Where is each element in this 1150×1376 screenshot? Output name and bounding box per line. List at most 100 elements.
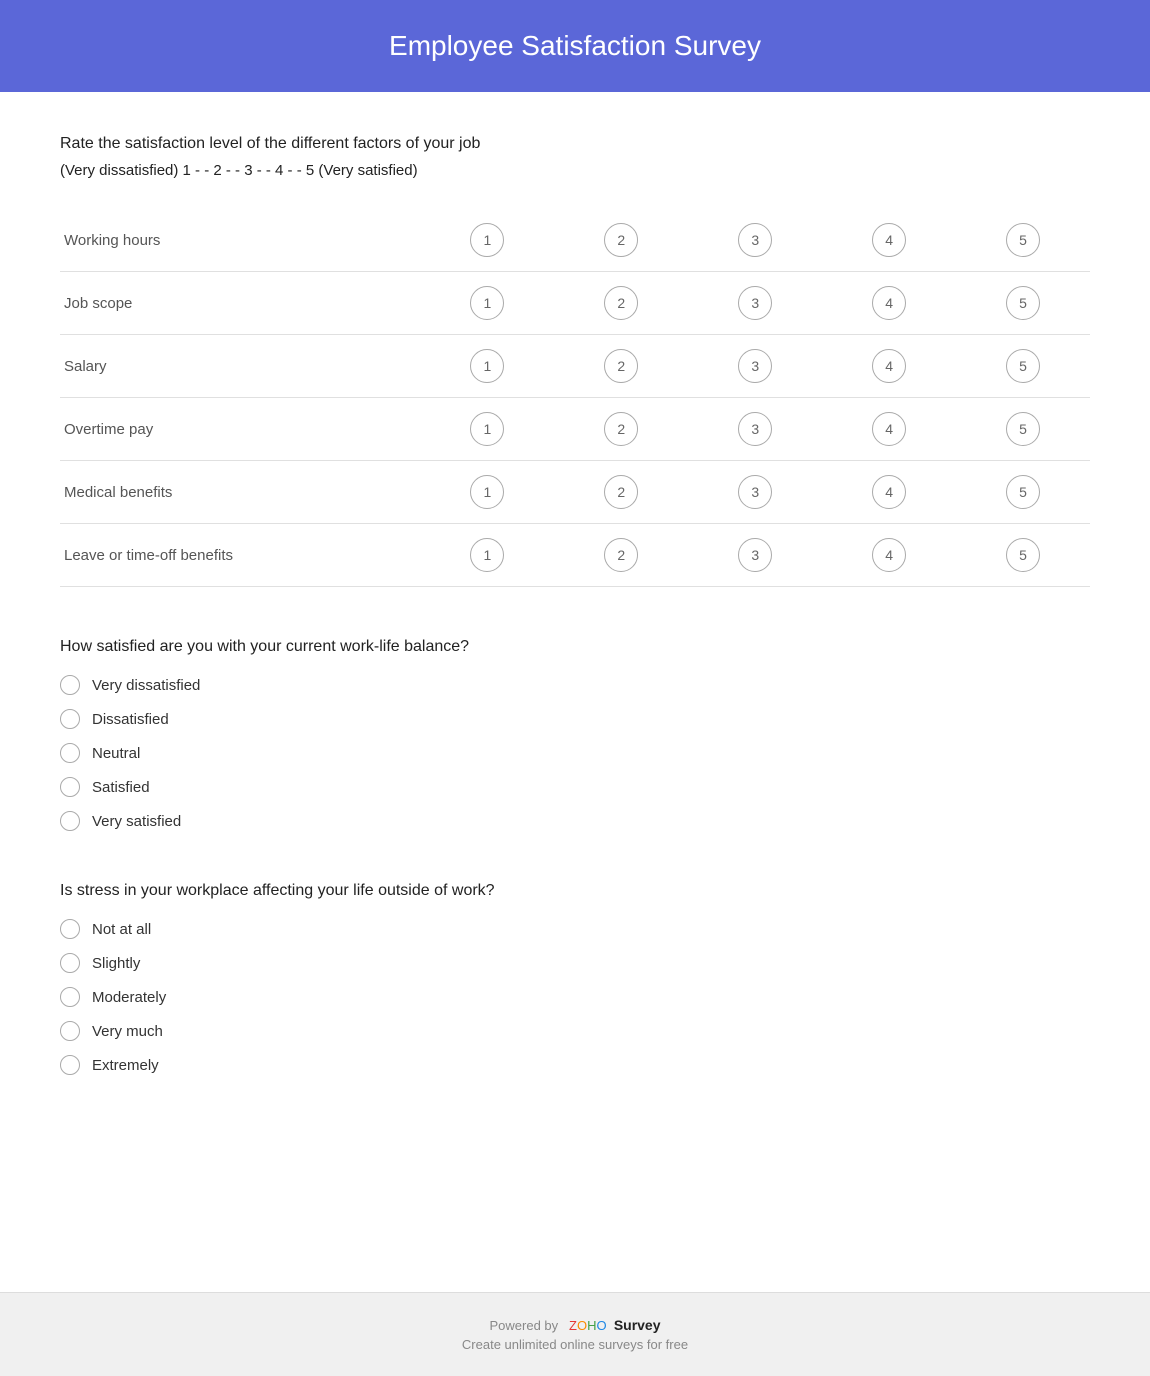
radio-button[interactable] xyxy=(60,953,80,973)
rating-cell[interactable]: 1 xyxy=(421,461,555,524)
option-label: Very much xyxy=(92,1023,163,1040)
rating-cell[interactable]: 2 xyxy=(554,398,688,461)
option-label: Neutral xyxy=(92,745,140,762)
rating-cell[interactable]: 4 xyxy=(822,335,956,398)
radio-button[interactable] xyxy=(60,1055,80,1075)
rating-option[interactable]: 5 xyxy=(1006,223,1040,257)
radio-button[interactable] xyxy=(60,919,80,939)
rating-cell[interactable]: 5 xyxy=(956,524,1090,587)
rating-option[interactable]: 2 xyxy=(604,412,638,446)
rating-option[interactable]: 4 xyxy=(872,475,906,509)
rating-option[interactable]: 1 xyxy=(470,412,504,446)
rating-cell[interactable]: 5 xyxy=(956,209,1090,272)
rating-option[interactable]: 1 xyxy=(470,223,504,257)
rating-cell[interactable]: 1 xyxy=(421,335,555,398)
option-label: Very satisfied xyxy=(92,813,181,830)
rating-option[interactable]: 5 xyxy=(1006,538,1040,572)
list-item[interactable]: Very much xyxy=(60,1021,1090,1041)
survey-header: Employee Satisfaction Survey xyxy=(0,0,1150,92)
rating-cell[interactable]: 2 xyxy=(554,209,688,272)
list-item[interactable]: Very satisfied xyxy=(60,811,1090,831)
rating-option[interactable]: 3 xyxy=(738,475,772,509)
rating-option[interactable]: 4 xyxy=(872,412,906,446)
radio-button[interactable] xyxy=(60,709,80,729)
list-item[interactable]: Extremely xyxy=(60,1055,1090,1075)
list-item[interactable]: Dissatisfied xyxy=(60,709,1090,729)
radio-button[interactable] xyxy=(60,777,80,797)
rating-table: Working hours12345Job scope12345Salary12… xyxy=(60,209,1090,587)
rating-option[interactable]: 2 xyxy=(604,475,638,509)
rating-option[interactable]: 5 xyxy=(1006,286,1040,320)
list-item[interactable]: Moderately xyxy=(60,987,1090,1007)
survey-footer: Powered by ZOHO Survey Create unlimited … xyxy=(0,1292,1150,1376)
rating-option[interactable]: 5 xyxy=(1006,349,1040,383)
radio-button[interactable] xyxy=(60,675,80,695)
stress-options: Not at all Slightly Moderately Very much Ext… xyxy=(60,919,1090,1075)
rating-option[interactable]: 1 xyxy=(470,538,504,572)
rating-cell[interactable]: 3 xyxy=(688,524,822,587)
rating-option[interactable]: 1 xyxy=(470,475,504,509)
list-item[interactable]: Not at all xyxy=(60,919,1090,939)
option-label: Satisfied xyxy=(92,779,150,796)
rating-cell[interactable]: 2 xyxy=(554,461,688,524)
rating-option[interactable]: 4 xyxy=(872,349,906,383)
rating-option[interactable]: 5 xyxy=(1006,475,1040,509)
rating-option[interactable]: 1 xyxy=(470,349,504,383)
radio-button[interactable] xyxy=(60,1021,80,1041)
rating-option[interactable]: 3 xyxy=(738,412,772,446)
table-row: Working hours12345 xyxy=(60,209,1090,272)
rating-option[interactable]: 3 xyxy=(738,286,772,320)
list-item[interactable]: Neutral xyxy=(60,743,1090,763)
rating-cell[interactable]: 3 xyxy=(688,398,822,461)
rating-cell[interactable]: 3 xyxy=(688,209,822,272)
brand-z: Z xyxy=(569,1318,577,1333)
rating-cell[interactable]: 4 xyxy=(822,524,956,587)
rating-cell[interactable]: 4 xyxy=(822,398,956,461)
list-item[interactable]: Very dissatisfied xyxy=(60,675,1090,695)
table-row: Medical benefits 1 2 3 4 5 xyxy=(60,461,1090,524)
rating-option[interactable]: 3 xyxy=(738,223,772,257)
rating-cell[interactable]: 1 xyxy=(421,209,555,272)
rating-cell[interactable]: 1 xyxy=(421,272,555,335)
radio-button[interactable] xyxy=(60,743,80,763)
rating-option[interactable]: 4 xyxy=(872,538,906,572)
list-item[interactable]: Slightly xyxy=(60,953,1090,973)
rating-option[interactable]: 4 xyxy=(872,223,906,257)
rating-cell[interactable]: 5 xyxy=(956,335,1090,398)
option-label: Dissatisfied xyxy=(92,711,169,728)
table-row: Overtime pay12345 xyxy=(60,398,1090,461)
survey-content: Rate the satisfaction level of the diffe… xyxy=(0,92,1150,1292)
rating-option[interactable]: 4 xyxy=(872,286,906,320)
rating-cell[interactable]: 1 xyxy=(421,398,555,461)
rating-option[interactable]: 2 xyxy=(604,538,638,572)
radio-button[interactable] xyxy=(60,811,80,831)
rating-cell[interactable]: 2 xyxy=(554,272,688,335)
rating-cell[interactable]: 3 xyxy=(688,272,822,335)
list-item[interactable]: Satisfied xyxy=(60,777,1090,797)
powered-by-text: Powered by xyxy=(489,1318,558,1333)
row-label: Salary xyxy=(60,335,421,398)
table-row: Job scope12345 xyxy=(60,272,1090,335)
rating-cell[interactable]: 4 xyxy=(822,461,956,524)
rating-option[interactable]: 2 xyxy=(604,223,638,257)
rating-cell[interactable]: 1 xyxy=(421,524,555,587)
rating-cell[interactable]: 2 xyxy=(554,524,688,587)
rating-option[interactable]: 3 xyxy=(738,349,772,383)
radio-button[interactable] xyxy=(60,987,80,1007)
rating-cell[interactable]: 5 xyxy=(956,398,1090,461)
rating-cell[interactable]: 4 xyxy=(822,272,956,335)
rating-option[interactable]: 2 xyxy=(604,349,638,383)
rating-option[interactable]: 1 xyxy=(470,286,504,320)
rating-option[interactable]: 2 xyxy=(604,286,638,320)
rating-option[interactable]: 3 xyxy=(738,538,772,572)
rating-cell[interactable]: 2 xyxy=(554,335,688,398)
survey-title: Employee Satisfaction Survey xyxy=(20,30,1130,62)
rating-cell[interactable]: 4 xyxy=(822,209,956,272)
footer-sub-text: Create unlimited online surveys for free xyxy=(20,1337,1130,1352)
rating-cell[interactable]: 3 xyxy=(688,461,822,524)
row-label: Medical benefits xyxy=(60,461,421,524)
rating-cell[interactable]: 5 xyxy=(956,461,1090,524)
rating-cell[interactable]: 5 xyxy=(956,272,1090,335)
rating-option[interactable]: 5 xyxy=(1006,412,1040,446)
rating-cell[interactable]: 3 xyxy=(688,335,822,398)
